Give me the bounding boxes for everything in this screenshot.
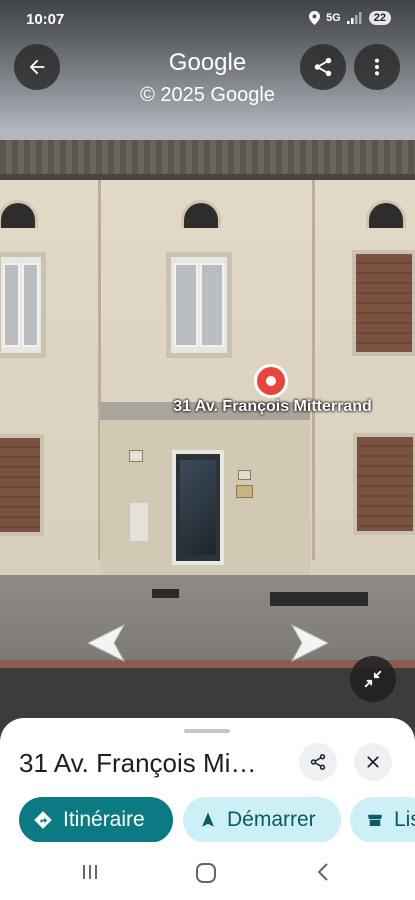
header-title: Google © 2025 Google — [0, 48, 415, 108]
battery-level: 22 — [368, 11, 391, 25]
electric-box — [129, 450, 143, 462]
store-icon — [366, 811, 384, 829]
collapse-icon — [364, 670, 382, 688]
sheet-share-button[interactable] — [299, 743, 337, 781]
drain-grate — [152, 589, 179, 598]
drainpipe — [312, 180, 315, 560]
meter-box — [129, 502, 149, 542]
roof — [0, 140, 415, 180]
sheet-drag-handle[interactable] — [184, 729, 230, 733]
chevron-right-icon[interactable] — [290, 623, 342, 663]
more-options-button[interactable] — [354, 44, 400, 90]
signal-icon — [346, 12, 362, 24]
location-icon — [309, 11, 321, 25]
drain-grate — [270, 592, 368, 606]
door-plaque — [238, 470, 251, 480]
start-label: Démarrer — [227, 808, 316, 831]
page-title: Google — [168, 49, 247, 76]
sidewalk — [0, 575, 415, 665]
network-type: 5G — [326, 12, 341, 24]
location-pin-icon[interactable] — [254, 364, 288, 398]
start-button[interactable]: Démarrer — [183, 797, 341, 843]
window-shutter — [0, 434, 44, 536]
more-vert-icon — [374, 58, 380, 76]
entrance-door — [172, 450, 224, 565]
directions-button[interactable]: Itinéraire — [19, 797, 173, 843]
window-shutter — [352, 250, 415, 356]
sheet-close-button[interactable] — [354, 743, 392, 781]
door-plaque — [236, 485, 253, 498]
place-name: 31 Av. François Mi… — [19, 748, 257, 778]
status-icons: 5G 22 — [309, 11, 391, 25]
share-button[interactable] — [300, 44, 346, 90]
action-chips: Itinéraire Démarrer Lis — [0, 797, 415, 843]
list-button[interactable]: Lis — [350, 797, 415, 843]
list-label: Lis — [394, 808, 415, 831]
share-icon — [310, 754, 326, 770]
navigation-icon — [199, 811, 217, 829]
system-nav-bar — [0, 842, 415, 900]
window — [166, 252, 232, 358]
home-icon[interactable] — [195, 862, 217, 884]
exit-fullscreen-button[interactable] — [350, 656, 396, 702]
chevron-left-icon[interactable] — [74, 623, 126, 663]
recents-icon[interactable] — [80, 862, 100, 882]
address-label: 31 Av. François Mitterrand — [173, 398, 372, 415]
status-time: 10:07 — [26, 11, 65, 28]
directions-icon — [33, 810, 53, 830]
share-icon — [314, 57, 332, 77]
close-icon — [367, 756, 379, 768]
window — [0, 252, 46, 358]
directions-label: Itinéraire — [63, 808, 145, 831]
window-shutter — [353, 433, 415, 535]
status-bar: 10:07 5G 22 — [0, 0, 415, 40]
copyright-text: © 2025 Google — [140, 84, 275, 106]
back-icon[interactable] — [314, 862, 332, 882]
